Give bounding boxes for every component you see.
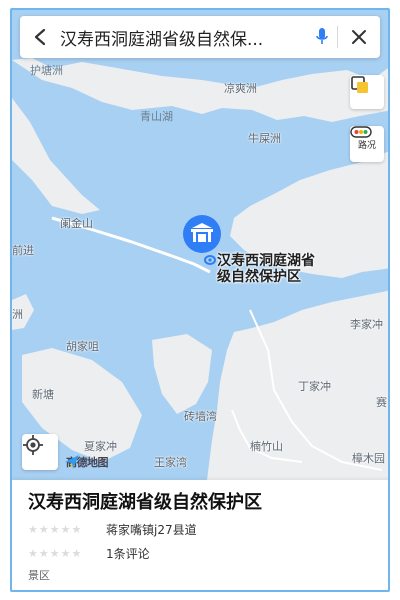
amap-logo-icon <box>65 455 79 469</box>
place-label: 砖墙湾 <box>184 410 217 423</box>
close-button[interactable] <box>338 16 380 58</box>
review-row[interactable]: ★★★★★ 1条评论 <box>28 543 376 564</box>
place-label: 前进 <box>12 244 34 257</box>
place-category: 景区 <box>28 569 50 582</box>
back-button[interactable] <box>20 16 60 58</box>
place-label: 新塘 <box>32 388 54 401</box>
microphone-icon <box>316 28 328 44</box>
layers-icon <box>351 76 368 93</box>
poi-label-line2: 级自然保护区 <box>217 269 301 285</box>
traffic-button[interactable]: 路况 <box>350 126 384 162</box>
rating-stars: ★★★★★ <box>28 547 83 560</box>
traffic-label: 路况 <box>357 141 376 151</box>
traffic-light-icon <box>350 126 372 138</box>
place-label: 凉爽洲 <box>224 82 257 95</box>
locate-button[interactable] <box>22 434 58 470</box>
back-arrow-icon <box>34 28 46 46</box>
poi-label-line1: 汉寿西洞庭湖省 <box>217 253 315 269</box>
place-label: 牛屎洲 <box>248 132 281 145</box>
place-title: 汉寿西洞庭湖省级自然保护区 <box>28 492 262 513</box>
review-count[interactable]: 1条评论 <box>106 545 150 562</box>
place-label: 楠竹山 <box>250 440 283 453</box>
place-info-panel[interactable]: 汉寿西洞庭湖省级自然保护区 ★★★★★ 蒋家嘴镇j27县道 ★★★★★ 1条评论… <box>12 480 388 590</box>
search-bar[interactable]: 汉寿西洞庭湖省级自然保... <box>20 16 380 58</box>
close-icon <box>352 30 366 44</box>
place-label: 青山湖 <box>140 110 173 123</box>
amap-logo: 高德地图 <box>64 454 109 470</box>
place-label: 樟木园 <box>352 452 385 465</box>
address-row: ★★★★★ 蒋家嘴镇j27县道 <box>28 519 376 540</box>
voice-search-button[interactable] <box>307 16 337 58</box>
search-input[interactable]: 汉寿西洞庭湖省级自然保... <box>60 25 307 50</box>
map-view[interactable]: 护塘洲 凉爽洲 青山湖 牛屎洲 阑金山 前进 洲 胡家咀 李家冲 新塘 丁家冲 … <box>12 10 388 480</box>
place-label: 夏家冲 <box>84 440 117 453</box>
rating-stars: ★★★★★ <box>28 523 83 536</box>
place-label: 赛 <box>376 396 387 409</box>
place-label: 李家冲 <box>350 318 383 331</box>
crosshair-icon <box>23 435 43 455</box>
place-label: 胡家咀 <box>66 340 99 353</box>
place-label: 洲 <box>12 308 23 321</box>
app-frame: 护塘洲 凉爽洲 青山湖 牛屎洲 阑金山 前进 洲 胡家咀 李家冲 新塘 丁家冲 … <box>10 8 390 592</box>
place-address: 蒋家嘴镇j27县道 <box>106 523 197 537</box>
poi-label[interactable]: 汉寿西洞庭湖省 级自然保护区 <box>217 253 337 285</box>
layers-button[interactable] <box>350 75 384 109</box>
place-label: 阑金山 <box>60 217 93 230</box>
place-label: 丁家冲 <box>298 380 331 393</box>
place-label: 护塘洲 <box>30 64 63 77</box>
place-label: 王家湾 <box>154 456 187 469</box>
